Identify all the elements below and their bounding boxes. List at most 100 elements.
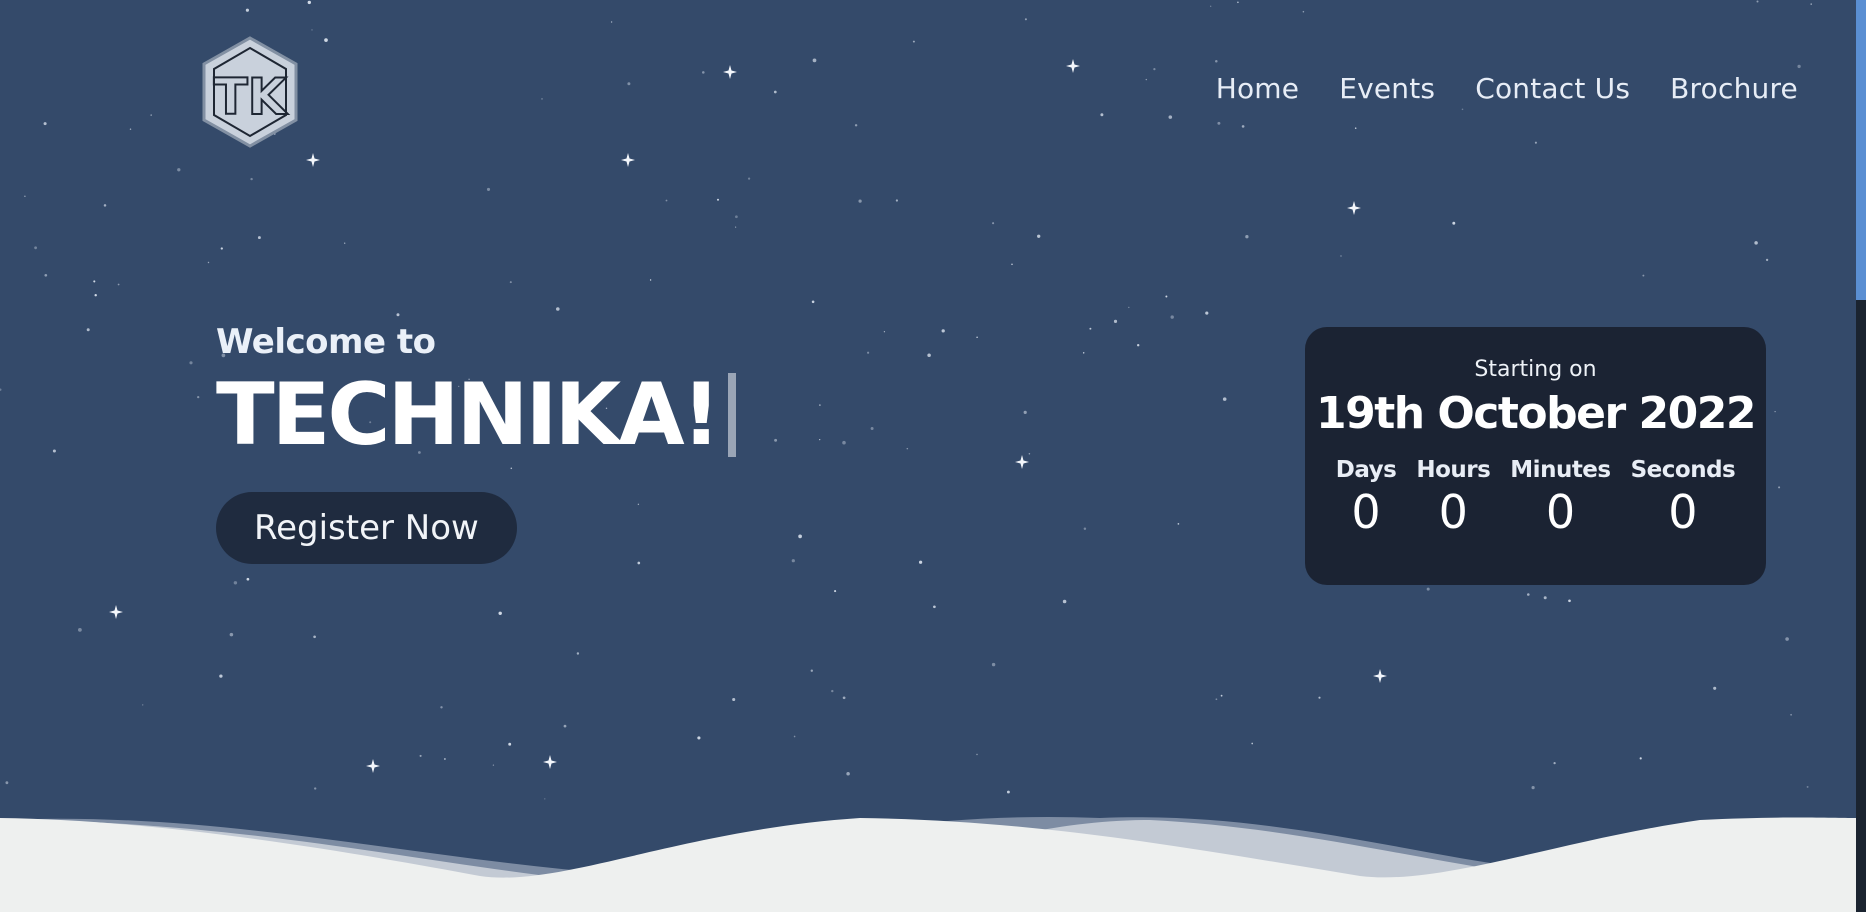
- star: [541, 98, 543, 100]
- star: [774, 438, 778, 442]
- star: [220, 247, 223, 250]
- countdown-units: Days 0 Hours 0 Minutes 0 Seconds 0: [1305, 457, 1766, 539]
- hours-label: Hours: [1416, 457, 1491, 483]
- star: [1137, 344, 1140, 347]
- star: [1354, 127, 1357, 129]
- star: [1210, 5, 1212, 7]
- star: [912, 40, 915, 43]
- nav-contact-us[interactable]: Contact Us: [1475, 72, 1630, 105]
- star: [245, 8, 249, 12]
- star: [1426, 587, 1430, 591]
- starting-label: Starting on: [1474, 357, 1597, 382]
- star: [1037, 234, 1041, 238]
- nav-home[interactable]: Home: [1216, 72, 1300, 105]
- star: [141, 704, 144, 706]
- star: [78, 628, 82, 632]
- star: [812, 58, 817, 63]
- star: [716, 198, 720, 201]
- star: [498, 611, 502, 616]
- star: [976, 753, 978, 756]
- star: [307, 0, 311, 5]
- star: [1754, 241, 1758, 245]
- star: [86, 328, 90, 332]
- star: [1543, 596, 1547, 600]
- star: [819, 438, 821, 441]
- star: [793, 735, 796, 738]
- hours-value: 0: [1438, 485, 1468, 539]
- countdown-days: Days 0: [1336, 457, 1397, 539]
- star: [702, 71, 705, 74]
- star: [819, 404, 821, 406]
- star: [1011, 263, 1013, 266]
- star: [791, 559, 795, 563]
- star: [1024, 18, 1027, 21]
- star: [129, 128, 132, 130]
- star: [1083, 527, 1087, 530]
- star: [811, 300, 815, 304]
- star: [1810, 3, 1812, 5]
- star: [1237, 1, 1239, 4]
- sparkle-star: [621, 153, 635, 167]
- star: [419, 754, 422, 757]
- star: [1113, 319, 1118, 323]
- star: [854, 124, 858, 127]
- star: [257, 236, 261, 240]
- star: [250, 177, 253, 181]
- star: [1062, 599, 1067, 604]
- event-date: 19th October 2022: [1316, 388, 1756, 439]
- page-scrollbar[interactable]: [1856, 0, 1866, 912]
- star: [443, 758, 446, 760]
- star: [941, 329, 945, 333]
- star: [773, 90, 777, 94]
- nav-events[interactable]: Events: [1339, 72, 1435, 105]
- star: [1639, 757, 1642, 760]
- star: [870, 427, 874, 430]
- star: [103, 204, 107, 207]
- nav-brochure[interactable]: Brochure: [1670, 72, 1798, 105]
- star: [858, 199, 862, 203]
- sparkle-star: [109, 605, 123, 619]
- star: [735, 215, 738, 219]
- technika-logo[interactable]: TK: [198, 34, 302, 150]
- star: [1222, 397, 1227, 401]
- star: [94, 293, 97, 297]
- star: [177, 168, 181, 172]
- star: [1553, 761, 1556, 765]
- star: [918, 560, 923, 564]
- star: [43, 122, 47, 126]
- star: [798, 534, 802, 539]
- star: [34, 246, 37, 250]
- star: [1790, 713, 1792, 716]
- logo-letters: TK: [214, 68, 289, 126]
- star: [576, 652, 580, 655]
- star: [627, 82, 631, 86]
- star: [1215, 698, 1218, 701]
- star: [1318, 696, 1321, 699]
- star: [895, 199, 899, 202]
- star: [1217, 121, 1221, 125]
- star: [649, 279, 652, 281]
- star: [396, 313, 400, 317]
- star: [831, 689, 834, 693]
- register-now-button[interactable]: Register Now: [216, 492, 517, 564]
- sparkle-star: [1066, 59, 1080, 73]
- star: [906, 447, 909, 450]
- sparkle-star: [306, 153, 320, 167]
- star: [992, 222, 995, 225]
- star: [927, 353, 931, 357]
- star: [991, 662, 996, 667]
- star: [1168, 115, 1173, 119]
- scrollbar-thumb[interactable]: [1856, 0, 1866, 300]
- star: [556, 307, 560, 311]
- star: [1340, 255, 1342, 257]
- star: [219, 674, 223, 678]
- star: [93, 280, 96, 283]
- countdown-panel: Starting on 19th October 2022 Days 0 Hou…: [1305, 327, 1766, 585]
- star: [1145, 78, 1148, 81]
- star: [344, 242, 346, 244]
- star: [1205, 311, 1209, 315]
- star: [842, 696, 846, 700]
- star: [1778, 486, 1781, 489]
- star: [1797, 64, 1801, 69]
- star: [1165, 295, 1168, 298]
